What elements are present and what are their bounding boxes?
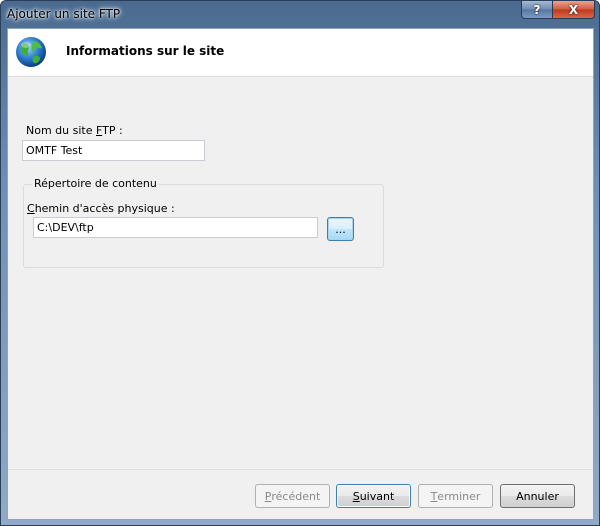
finish-accelerator: T (430, 489, 438, 503)
help-button[interactable]: ? (521, 1, 553, 19)
physical-path-label-accelerator: C (27, 202, 35, 215)
site-name-label-suffix: TP : (102, 124, 123, 137)
physical-path-label: Chemin d'accès physique : (27, 202, 175, 215)
site-name-label-text: Nom du site (26, 124, 96, 137)
previous-label: récédent (271, 489, 321, 503)
content-directory-group: Répertoire de contenu Chemin d'accès phy… (23, 177, 384, 268)
site-name-input[interactable]: OMTF Test (22, 140, 205, 161)
wizard-header: Informations sur le site (8, 29, 593, 77)
next-button[interactable]: Suivant (336, 484, 411, 508)
physical-path-input[interactable]: C:\DEV\ftp (33, 217, 318, 238)
finish-button[interactable]: Terminer (418, 484, 493, 508)
next-label: uivant (359, 489, 395, 503)
page-title: Informations sur le site (66, 44, 225, 58)
dialog-window: Ajouter un site FTP ? X Informations sur… (0, 0, 600, 526)
next-accelerator: S (352, 489, 360, 503)
window-title: Ajouter un site FTP (7, 7, 121, 21)
site-name-label: Nom du site FTP : (26, 124, 123, 137)
browse-button[interactable]: ... (327, 217, 354, 241)
previous-accelerator: P (264, 489, 272, 503)
globe-icon (16, 37, 46, 67)
title-bar[interactable]: Ajouter un site FTP ? X (1, 1, 599, 27)
content-directory-legend: Répertoire de contenu (32, 177, 159, 190)
physical-path-label-text: hemin d'accès physique : (34, 202, 175, 215)
footer-separator (8, 469, 593, 470)
dialog-body: Informations sur le site Nom du site FTP… (7, 28, 594, 520)
previous-button[interactable]: Précédent (255, 484, 330, 508)
cancel-button[interactable]: Annuler (500, 484, 575, 508)
close-button[interactable]: X (552, 1, 595, 19)
finish-label: erminer (437, 489, 481, 503)
